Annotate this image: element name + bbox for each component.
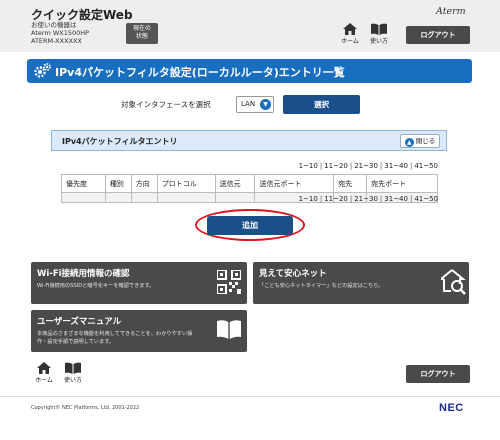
footer-logout-button[interactable]: ログアウト <box>406 365 470 383</box>
column-header: 送信元 <box>214 174 256 193</box>
separator: | <box>319 162 323 170</box>
column-header: 送信元ポート <box>254 174 335 193</box>
safety-card-title: 見えて安心ネット <box>259 269 327 279</box>
wifi-card-desc: Wi-Fi接続用のSSIDと暗号化キーを確認できます。 <box>37 283 155 289</box>
table-cell <box>61 192 106 203</box>
gear-icon <box>34 63 51 78</box>
page-link[interactable]: 1~10 <box>299 162 318 170</box>
add-button[interactable]: 追加 <box>207 216 293 235</box>
pagination-bottom: 1~10 | 11~20 | 21~30 | 31~40 | 41~50 <box>299 195 438 203</box>
howto-label: 使い方 <box>63 377 82 384</box>
footer-howto-button[interactable]: 使い方 <box>58 362 88 384</box>
house-search-icon <box>441 269 466 295</box>
home-label: ホーム <box>35 377 53 384</box>
footer-home-button[interactable]: ホーム <box>29 362 59 384</box>
manual-card-title: ユーザーズマニュアル <box>37 317 122 327</box>
safety-card-desc: 「こども安心ネットタイマー」などの設定はこちら。 <box>259 283 384 289</box>
brand-logo: Aterm <box>436 6 466 17</box>
current-status-button[interactable]: 現在の 状態 <box>126 23 158 44</box>
device-id: ATERM-XXXXXX <box>31 37 82 45</box>
page-link[interactable]: 41~50 <box>414 195 438 203</box>
manual-card-desc: 本商品のさまざまな機能を利用してできることを、わかりやすい操 作・設定手順で説明… <box>37 330 192 346</box>
home-icon <box>343 23 357 35</box>
device-info-line: お使いの機器は <box>31 21 77 29</box>
separator: | <box>349 162 353 170</box>
wifi-info-card[interactable]: Wi-Fi接続用情報の確認 Wi-Fi接続用のSSIDと暗号化キーを確認できます… <box>31 262 247 304</box>
page-link[interactable]: 21~30 <box>354 162 378 170</box>
select-button[interactable]: 選択 <box>283 95 360 114</box>
separator: | <box>349 195 353 203</box>
book-icon <box>217 320 241 339</box>
nec-logo: NEC <box>439 402 464 414</box>
page-link[interactable]: 31~40 <box>384 195 408 203</box>
manual-desc-line: 作・設定手順で説明しています。 <box>37 339 115 345</box>
interface-label: 対象インタフェースを選択 <box>121 100 211 109</box>
column-header: 優先度 <box>61 174 106 193</box>
book-icon <box>65 362 81 374</box>
table-header-row: 優先度 種別 方向 プロトコル 送信元 送信元ポート 宛先 宛先ポート <box>61 174 438 193</box>
section-title: IPv4パケットフィルタエントリ <box>62 137 178 146</box>
manual-card[interactable]: ユーザーズマニュアル 本商品のさまざまな機能を利用してできることを、わかりやすい… <box>31 310 247 352</box>
column-header: 宛先ポート <box>366 174 438 193</box>
book-icon <box>371 23 387 35</box>
column-header: 方向 <box>130 174 158 193</box>
qr-code-icon <box>217 270 241 294</box>
page-link[interactable]: 21~30 <box>354 195 378 203</box>
separator: | <box>379 162 383 170</box>
page-link[interactable]: 11~20 <box>324 195 348 203</box>
separator: | <box>409 162 413 170</box>
footer-divider <box>0 396 500 397</box>
header: クイック設定Web お使いの機器は Aterm WX1500HP ATERM-X… <box>0 0 500 52</box>
howto-button[interactable]: 使い方 <box>364 23 394 45</box>
separator: | <box>319 195 323 203</box>
manual-desc-line: 本商品のさまざまな機能を利用してできることを、わかりやすい操 <box>37 331 193 337</box>
section-header: IPv4パケットフィルタエントリ ▲ 閉じる <box>51 130 447 151</box>
table-cell <box>104 192 132 203</box>
page-link[interactable]: 41~50 <box>414 162 438 170</box>
column-header: 種別 <box>104 174 132 193</box>
column-header: プロトコル <box>156 174 216 193</box>
status-label-2: 状態 <box>135 33 148 40</box>
device-info: お使いの機器は Aterm WX1500HP ATERM-XXXXXX <box>31 21 89 45</box>
close-section-button[interactable]: ▲ 閉じる <box>400 134 440 148</box>
page-link[interactable]: 11~20 <box>324 162 348 170</box>
pagination-top: 1~10 | 11~20 | 21~30 | 31~40 | 41~50 <box>299 162 438 170</box>
separator: | <box>379 195 383 203</box>
table-cell <box>156 192 216 203</box>
home-icon <box>37 362 51 374</box>
copyright: Copyright© NEC Platforms, Ltd. 2001-2022 <box>31 405 140 411</box>
interface-selected-value: LAN <box>241 100 256 108</box>
page-title-bar: IPv4パケットフィルタ設定(ローカルルータ)エントリ一覧 <box>27 59 472 83</box>
interface-select[interactable]: LAN ▼ <box>236 96 274 113</box>
page-link[interactable]: 31~40 <box>384 162 408 170</box>
status-label-1: 現在の <box>132 25 151 32</box>
table-cell <box>214 192 256 203</box>
column-header: 宛先 <box>333 174 368 193</box>
wifi-card-title: Wi-Fi接続用情報の確認 <box>37 269 130 279</box>
home-label: ホーム <box>341 38 359 45</box>
page-link[interactable]: 1~10 <box>299 195 318 203</box>
logout-button[interactable]: ログアウト <box>406 26 470 44</box>
separator: | <box>409 195 413 203</box>
chevron-up-icon: ▲ <box>404 138 414 147</box>
close-label: 閉じる <box>415 137 436 145</box>
table-cell <box>130 192 158 203</box>
page-title: IPv4パケットフィルタ設定(ローカルルータ)エントリ一覧 <box>55 66 345 79</box>
device-model: Aterm WX1500HP <box>31 29 90 37</box>
howto-label: 使い方 <box>369 38 388 45</box>
chevron-down-icon: ▼ <box>260 99 271 110</box>
home-button[interactable]: ホーム <box>335 23 365 45</box>
safety-net-card[interactable]: 見えて安心ネット 「こども安心ネットタイマー」などの設定はこちら。 <box>253 262 469 304</box>
